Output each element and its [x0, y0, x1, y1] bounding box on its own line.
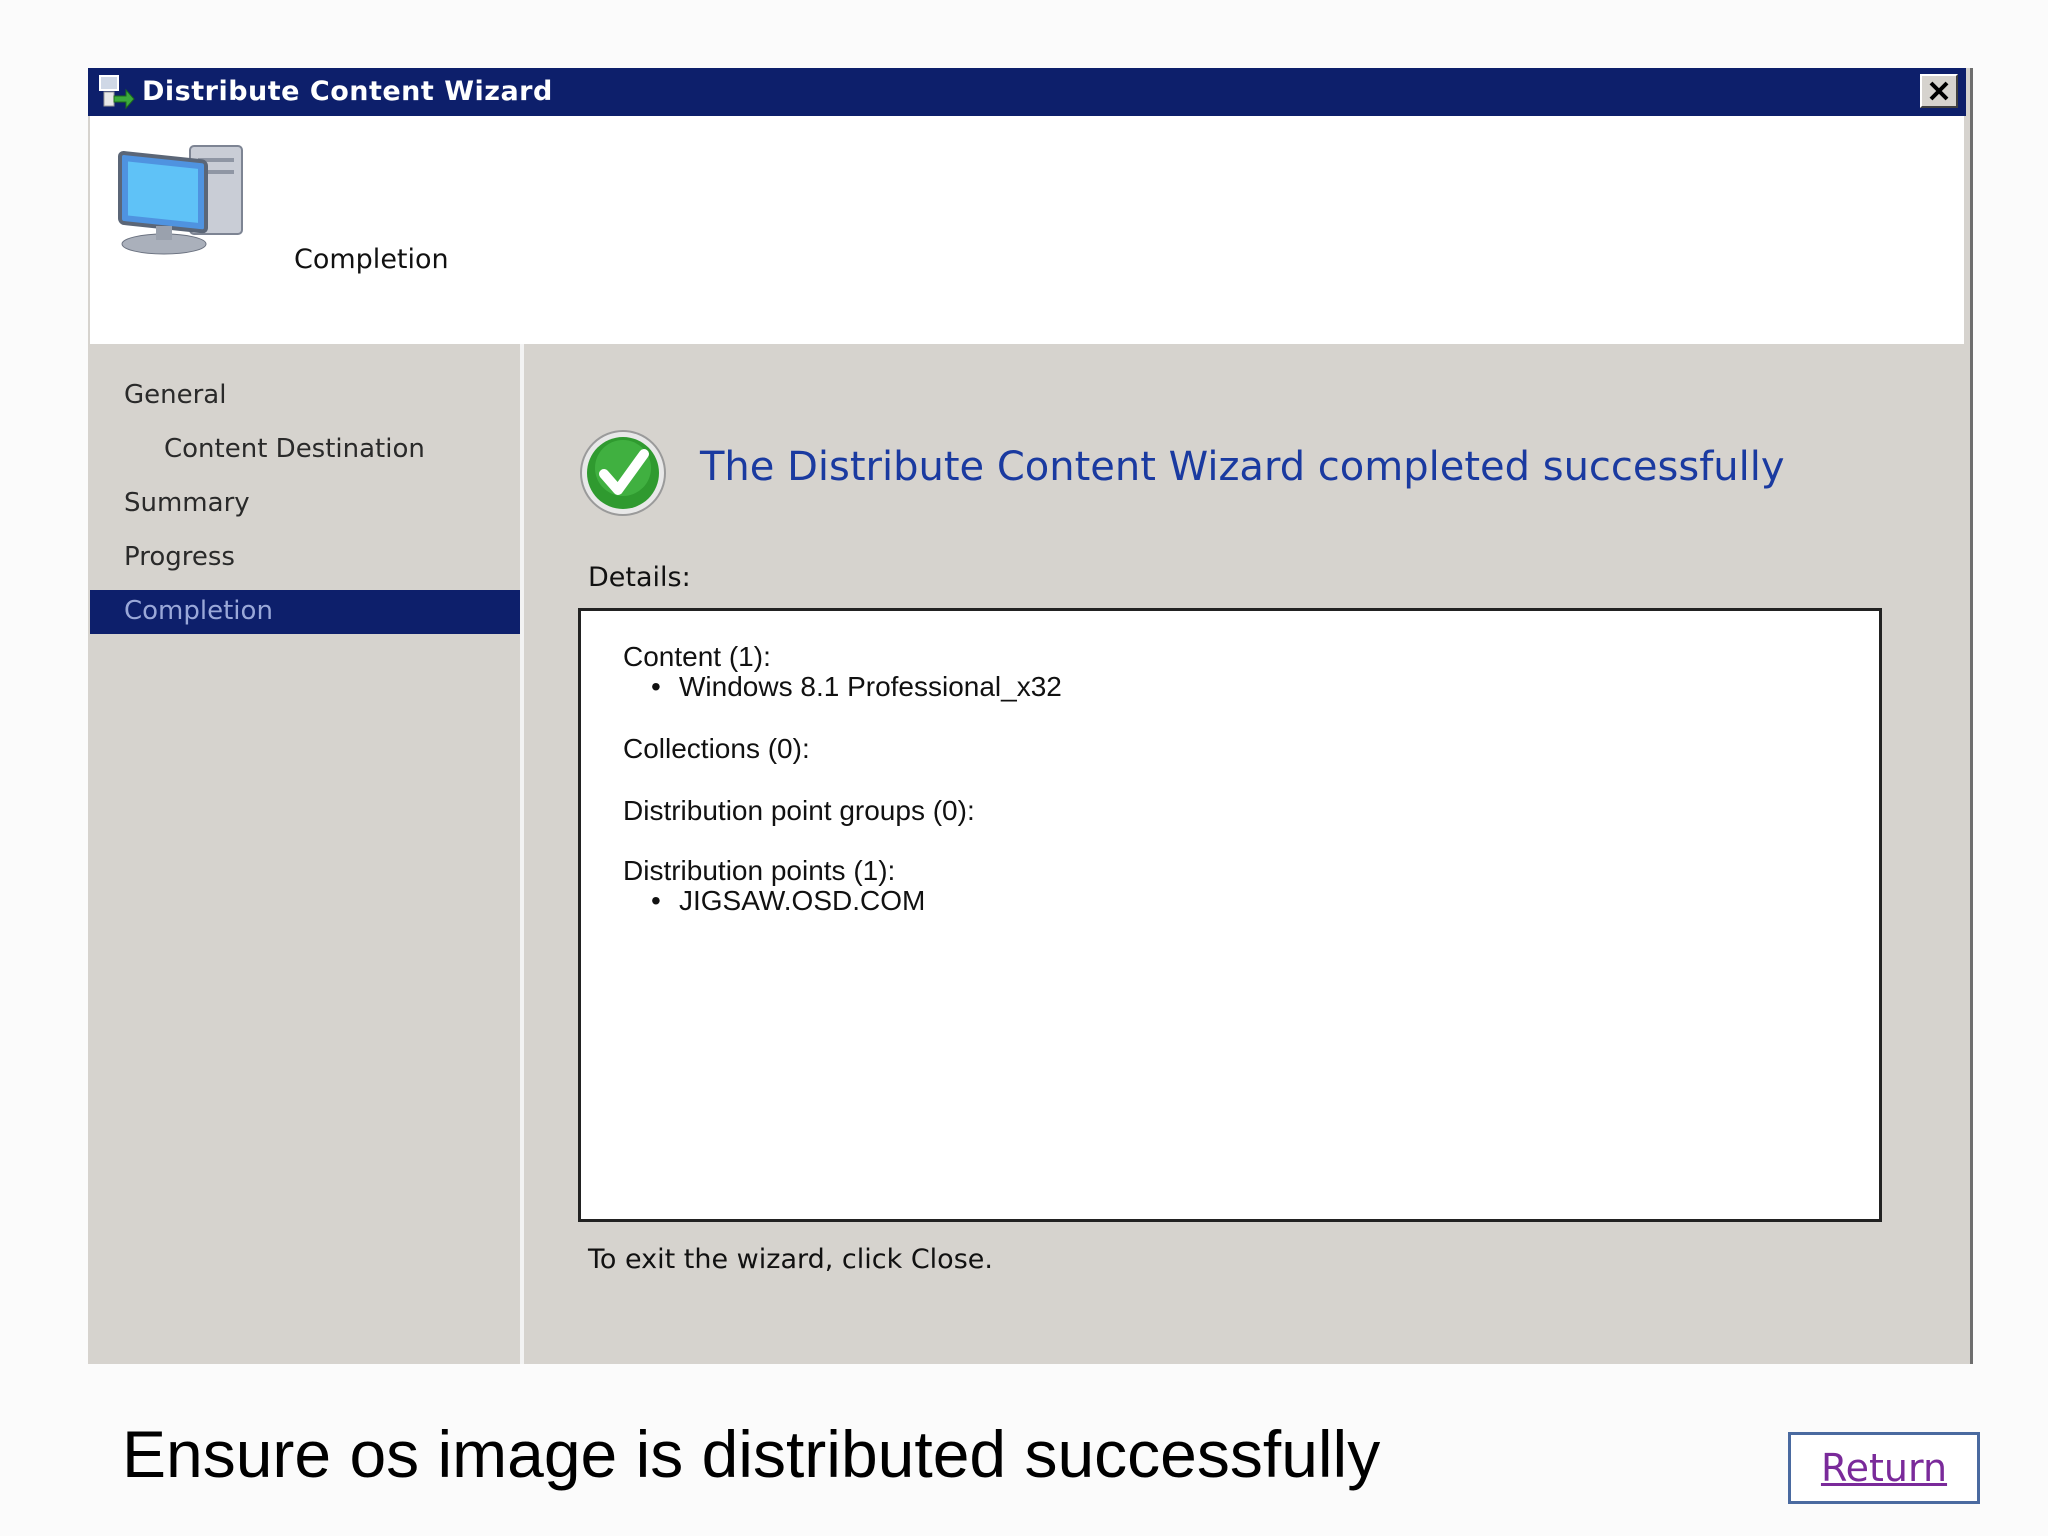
computer-monitor-icon	[114, 138, 254, 263]
nav-item-content-destination[interactable]: Content Destination	[90, 428, 520, 472]
exit-instructions: To exit the wizard, click Close.	[588, 1244, 993, 1275]
return-button[interactable]: Return	[1788, 1432, 1980, 1504]
details-box[interactable]: Content (1): • Windows 8.1 Professional_x…	[578, 608, 1882, 1222]
wizard-nav: General Content Destination Summary Prog…	[90, 344, 524, 1364]
nav-item-label: Content Destination	[164, 434, 425, 464]
success-title: The Distribute Content Wizard completed …	[700, 444, 1785, 490]
nav-item-label: General	[124, 380, 227, 410]
nav-item-label: Completion	[124, 596, 273, 626]
close-button[interactable]	[1920, 74, 1958, 108]
green-checkmark-icon	[578, 428, 668, 523]
dp-item-text: JIGSAW.OSD.COM	[679, 885, 926, 916]
bullet: •	[651, 885, 661, 916]
wizard-header: Completion	[90, 116, 1964, 344]
nav-item-label: Summary	[124, 488, 250, 518]
collections-header: Collections (0):	[623, 733, 810, 764]
slide-caption: Ensure os image is distributed successfu…	[122, 1417, 1381, 1491]
wizard-window: Distribute Content Wizard Completion Gen…	[88, 68, 1973, 1364]
content-item: • Windows 8.1 Professional_x32	[651, 671, 1062, 703]
wizard-content: The Distribute Content Wizard completed …	[524, 344, 1964, 1364]
content-item-text: Windows 8.1 Professional_x32	[679, 671, 1062, 702]
nav-item-summary[interactable]: Summary	[90, 482, 520, 526]
nav-item-completion[interactable]: Completion	[90, 590, 520, 634]
dp-header: Distribution points (1):	[623, 855, 896, 886]
bullet: •	[651, 671, 661, 702]
nav-item-progress[interactable]: Progress	[90, 536, 520, 580]
dp-item: • JIGSAW.OSD.COM	[651, 885, 925, 917]
wizard-computer-icon	[96, 72, 136, 119]
window-title: Distribute Content Wizard	[142, 76, 553, 107]
details-label: Details:	[588, 562, 691, 593]
close-icon	[1929, 81, 1949, 101]
nav-item-general[interactable]: General	[90, 374, 520, 418]
dp-groups-header: Distribution point groups (0):	[623, 795, 975, 826]
title-bar[interactable]: Distribute Content Wizard	[88, 68, 1966, 116]
page-title: Completion	[294, 244, 449, 275]
nav-item-label: Progress	[124, 542, 235, 572]
content-header: Content (1):	[623, 641, 771, 672]
